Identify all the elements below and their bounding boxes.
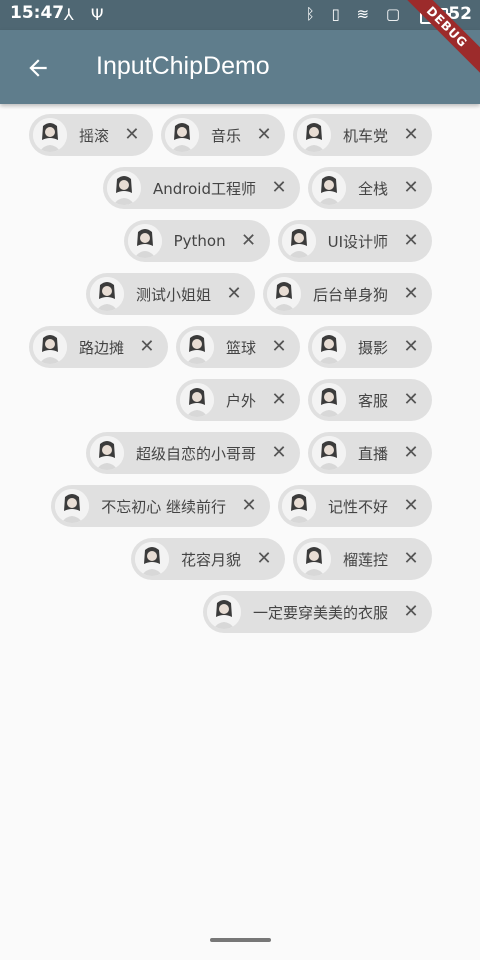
input-chip[interactable]: 花容月貌 ✕ — [130, 538, 285, 580]
close-icon[interactable]: ✕ — [270, 444, 288, 462]
close-icon[interactable]: ✕ — [123, 126, 141, 144]
input-chip[interactable]: UI设计师 ✕ — [277, 220, 432, 262]
input-chip[interactable]: 篮球 ✕ — [175, 326, 300, 368]
close-icon[interactable]: ✕ — [270, 338, 288, 356]
input-chip[interactable]: 直播 ✕ — [307, 432, 432, 474]
avatar-icon — [164, 118, 199, 152]
chip-label: 超级自恋的小哥哥 — [135, 444, 256, 463]
close-icon[interactable]: ✕ — [138, 338, 156, 356]
chip-label: Python — [173, 232, 226, 250]
avatar-icon — [206, 595, 241, 629]
input-chip[interactable]: 记性不好 ✕ — [277, 485, 432, 527]
avatar-icon — [311, 383, 346, 417]
close-icon[interactable]: ✕ — [402, 603, 420, 621]
chip-list: 摇滚 ✕ 音乐 ✕ 机车党 ✕ Android工程师 ✕ 全栈 ✕ Python ✕ UI设… — [8, 114, 432, 633]
close-icon[interactable]: ✕ — [402, 444, 420, 462]
home-indicator[interactable] — [210, 938, 271, 942]
avatar-icon — [311, 330, 346, 364]
avatar-icon — [281, 224, 316, 258]
avatar-icon — [296, 542, 331, 576]
avatar-icon — [89, 277, 124, 311]
close-icon[interactable]: ✕ — [402, 126, 420, 144]
input-chip[interactable]: 超级自恋的小哥哥 ✕ — [85, 432, 300, 474]
avatar-icon — [266, 277, 301, 311]
chip-label: 后台单身狗 — [312, 285, 388, 304]
input-chip[interactable]: 全栈 ✕ — [307, 167, 432, 209]
close-icon[interactable]: ✕ — [402, 179, 420, 197]
chip-label: 全栈 — [357, 179, 388, 198]
chip-label: 机车党 — [342, 126, 388, 145]
close-icon[interactable]: ✕ — [270, 391, 288, 409]
close-icon[interactable]: ✕ — [255, 550, 273, 568]
close-icon[interactable]: ✕ — [402, 338, 420, 356]
chip-label: 直播 — [357, 444, 388, 463]
back-button[interactable] — [18, 48, 58, 88]
avatar-icon — [127, 224, 162, 258]
chip-label: Android工程师 — [152, 179, 256, 198]
avatar-icon — [89, 436, 124, 470]
app-bar: InputChipDemo — [0, 30, 480, 104]
chip-label: 音乐 — [210, 126, 241, 145]
close-icon[interactable]: ✕ — [402, 232, 420, 250]
input-chip[interactable]: 客服 ✕ — [307, 379, 432, 421]
avatar-icon — [296, 118, 331, 152]
close-icon[interactable]: ✕ — [402, 391, 420, 409]
avatar-icon — [179, 330, 214, 364]
input-chip[interactable]: Python ✕ — [123, 220, 270, 262]
input-chip[interactable]: 一定要穿美美的衣服 ✕ — [202, 591, 432, 633]
status-bar: 15:47 ⅄ Ψ ᛒ ▯ ≋ ▢ 52 — [0, 0, 480, 30]
avatar-icon — [134, 542, 169, 576]
chip-label: 户外 — [225, 391, 256, 410]
chip-label: 花容月貌 — [180, 550, 241, 569]
close-icon[interactable]: ✕ — [240, 497, 258, 515]
chip-label: UI设计师 — [327, 232, 388, 251]
chip-label: 篮球 — [225, 338, 256, 357]
input-chip[interactable]: 户外 ✕ — [175, 379, 300, 421]
close-icon[interactable]: ✕ — [225, 285, 243, 303]
chip-label: 不忘初心 继续前行 — [101, 497, 226, 516]
status-time: 15:47 — [10, 3, 65, 23]
input-chip[interactable]: 机车党 ✕ — [292, 114, 432, 156]
arrow-back-icon — [29, 59, 47, 77]
avatar-icon — [311, 436, 346, 470]
chip-label: 摄影 — [357, 338, 388, 357]
status-notification-icons: ⅄ Ψ — [64, 5, 110, 24]
close-icon[interactable]: ✕ — [402, 497, 420, 515]
chip-label: 摇滚 — [78, 126, 109, 145]
input-chip[interactable]: 路边摊 ✕ — [28, 326, 168, 368]
avatar-icon — [32, 118, 67, 152]
chip-label: 一定要穿美美的衣服 — [252, 603, 388, 622]
close-icon[interactable]: ✕ — [402, 285, 420, 303]
input-chip[interactable]: 不忘初心 继续前行 ✕ — [51, 485, 270, 527]
input-chip[interactable]: 榴莲控 ✕ — [292, 538, 432, 580]
avatar-icon — [311, 171, 346, 205]
close-icon[interactable]: ✕ — [270, 179, 288, 197]
close-icon[interactable]: ✕ — [255, 126, 273, 144]
chip-label: 记性不好 — [327, 497, 388, 516]
avatar-icon — [106, 171, 141, 205]
avatar-icon — [179, 383, 214, 417]
chip-label: 测试小姐姐 — [135, 285, 211, 304]
input-chip[interactable]: 摄影 ✕ — [307, 326, 432, 368]
close-icon[interactable]: ✕ — [240, 232, 258, 250]
avatar-icon — [32, 330, 67, 364]
page-title: InputChipDemo — [96, 52, 270, 80]
input-chip[interactable]: 摇滚 ✕ — [28, 114, 153, 156]
chip-label: 榴莲控 — [342, 550, 388, 569]
close-icon[interactable]: ✕ — [402, 550, 420, 568]
avatar-icon — [55, 489, 90, 523]
input-chip[interactable]: 后台单身狗 ✕ — [262, 273, 432, 315]
input-chip[interactable]: 测试小姐姐 ✕ — [85, 273, 255, 315]
avatar-icon — [281, 489, 316, 523]
input-chip[interactable]: 音乐 ✕ — [160, 114, 285, 156]
status-system-icons: ᛒ ▯ ≋ ▢ — [305, 5, 406, 23]
input-chip[interactable]: Android工程师 ✕ — [102, 167, 300, 209]
chip-label: 客服 — [357, 391, 388, 410]
chip-label: 路边摊 — [78, 338, 124, 357]
